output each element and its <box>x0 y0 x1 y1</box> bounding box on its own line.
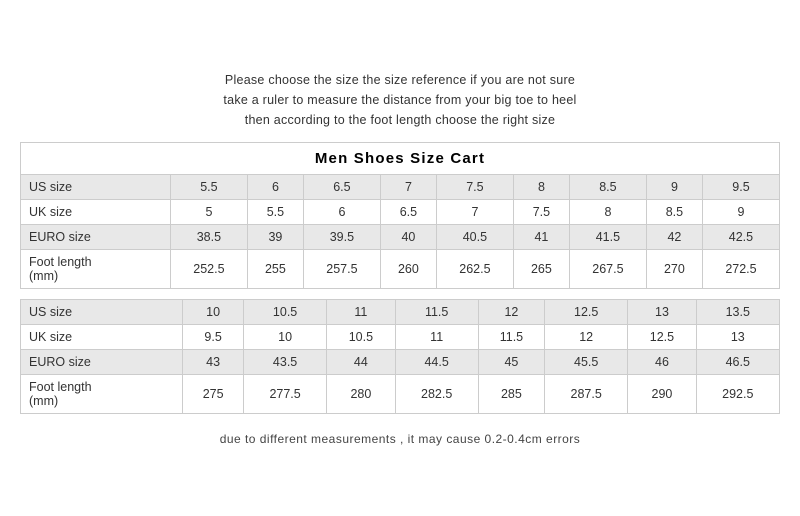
cell-value: 11.5 <box>478 325 544 350</box>
cell-value: 43.5 <box>243 350 326 375</box>
cell-value: 41 <box>513 225 569 250</box>
cell-value: 6 <box>247 175 303 200</box>
cell-value: 9.5 <box>183 325 244 350</box>
row-label: EURO size <box>21 350 183 375</box>
cell-value: 257.5 <box>303 250 380 289</box>
cell-value: 45.5 <box>545 350 628 375</box>
row-label: US size <box>21 175 171 200</box>
cell-value: 252.5 <box>170 250 247 289</box>
cell-value: 7.5 <box>436 175 513 200</box>
cell-value: 12 <box>545 325 628 350</box>
cell-value: 282.5 <box>395 375 478 414</box>
table1-header: Men Shoes Size Cart <box>21 143 780 175</box>
cell-value: 38.5 <box>170 225 247 250</box>
cell-value: 290 <box>628 375 696 414</box>
cell-value: 5.5 <box>170 175 247 200</box>
cell-value: 8.5 <box>569 175 646 200</box>
cell-value: 262.5 <box>436 250 513 289</box>
cell-value: 12.5 <box>628 325 696 350</box>
cell-value: 280 <box>327 375 395 414</box>
cell-value: 10 <box>183 300 244 325</box>
cell-value: 42 <box>646 225 702 250</box>
cell-value: 45 <box>478 350 544 375</box>
cell-value: 9 <box>702 200 779 225</box>
cell-value: 5 <box>170 200 247 225</box>
cell-value: 10.5 <box>243 300 326 325</box>
row-label: US size <box>21 300 183 325</box>
table-row: Foot length (mm)275277.5280282.5285287.5… <box>21 375 780 414</box>
table2-wrapper: US size1010.51111.51212.51313.5UK size9.… <box>20 299 780 414</box>
cell-value: 8 <box>513 175 569 200</box>
instruction-line1: Please choose the size the size referenc… <box>223 70 576 90</box>
cell-value: 11 <box>327 300 395 325</box>
cell-value: 39.5 <box>303 225 380 250</box>
table1-wrapper: Men Shoes Size Cart US size5.566.577.588… <box>20 142 780 289</box>
cell-value: 44 <box>327 350 395 375</box>
table-row: Foot length (mm)252.5255257.5260262.5265… <box>21 250 780 289</box>
instruction-line2: take a ruler to measure the distance fro… <box>223 90 576 110</box>
cell-value: 11.5 <box>395 300 478 325</box>
table-row: EURO size38.53939.54040.54141.54242.5 <box>21 225 780 250</box>
size-table-1: Men Shoes Size Cart US size5.566.577.588… <box>20 142 780 289</box>
footer-note: due to different measurements , it may c… <box>220 432 581 446</box>
cell-value: 265 <box>513 250 569 289</box>
cell-value: 13.5 <box>696 300 779 325</box>
table-row: UK size9.51010.51111.51212.513 <box>21 325 780 350</box>
cell-value: 40.5 <box>436 225 513 250</box>
cell-value: 5.5 <box>247 200 303 225</box>
cell-value: 6.5 <box>380 200 436 225</box>
cell-value: 277.5 <box>243 375 326 414</box>
row-label: UK size <box>21 200 171 225</box>
row-label: Foot length (mm) <box>21 375 183 414</box>
row-label: EURO size <box>21 225 171 250</box>
row-label: UK size <box>21 325 183 350</box>
cell-value: 44.5 <box>395 350 478 375</box>
cell-value: 255 <box>247 250 303 289</box>
row-label: Foot length (mm) <box>21 250 171 289</box>
cell-value: 292.5 <box>696 375 779 414</box>
cell-value: 275 <box>183 375 244 414</box>
cell-value: 272.5 <box>702 250 779 289</box>
cell-value: 9.5 <box>702 175 779 200</box>
cell-value: 42.5 <box>702 225 779 250</box>
cell-value: 7 <box>436 200 513 225</box>
cell-value: 41.5 <box>569 225 646 250</box>
table-row: EURO size4343.54444.54545.54646.5 <box>21 350 780 375</box>
cell-value: 12.5 <box>545 300 628 325</box>
instruction-line3: then according to the foot length choose… <box>223 110 576 130</box>
cell-value: 10 <box>243 325 326 350</box>
cell-value: 267.5 <box>569 250 646 289</box>
instructions: Please choose the size the size referenc… <box>223 70 576 130</box>
cell-value: 46 <box>628 350 696 375</box>
cell-value: 10.5 <box>327 325 395 350</box>
cell-value: 40 <box>380 225 436 250</box>
cell-value: 260 <box>380 250 436 289</box>
cell-value: 13 <box>696 325 779 350</box>
cell-value: 6.5 <box>303 175 380 200</box>
cell-value: 8 <box>569 200 646 225</box>
cell-value: 13 <box>628 300 696 325</box>
cell-value: 270 <box>646 250 702 289</box>
cell-value: 11 <box>395 325 478 350</box>
cell-value: 43 <box>183 350 244 375</box>
table-row: UK size55.566.577.588.59 <box>21 200 780 225</box>
size-table-2: US size1010.51111.51212.51313.5UK size9.… <box>20 299 780 414</box>
cell-value: 9 <box>646 175 702 200</box>
cell-value: 7.5 <box>513 200 569 225</box>
cell-value: 285 <box>478 375 544 414</box>
table-row: US size5.566.577.588.599.5 <box>21 175 780 200</box>
cell-value: 46.5 <box>696 350 779 375</box>
cell-value: 39 <box>247 225 303 250</box>
cell-value: 6 <box>303 200 380 225</box>
table-row: US size1010.51111.51212.51313.5 <box>21 300 780 325</box>
cell-value: 12 <box>478 300 544 325</box>
cell-value: 7 <box>380 175 436 200</box>
cell-value: 287.5 <box>545 375 628 414</box>
cell-value: 8.5 <box>646 200 702 225</box>
